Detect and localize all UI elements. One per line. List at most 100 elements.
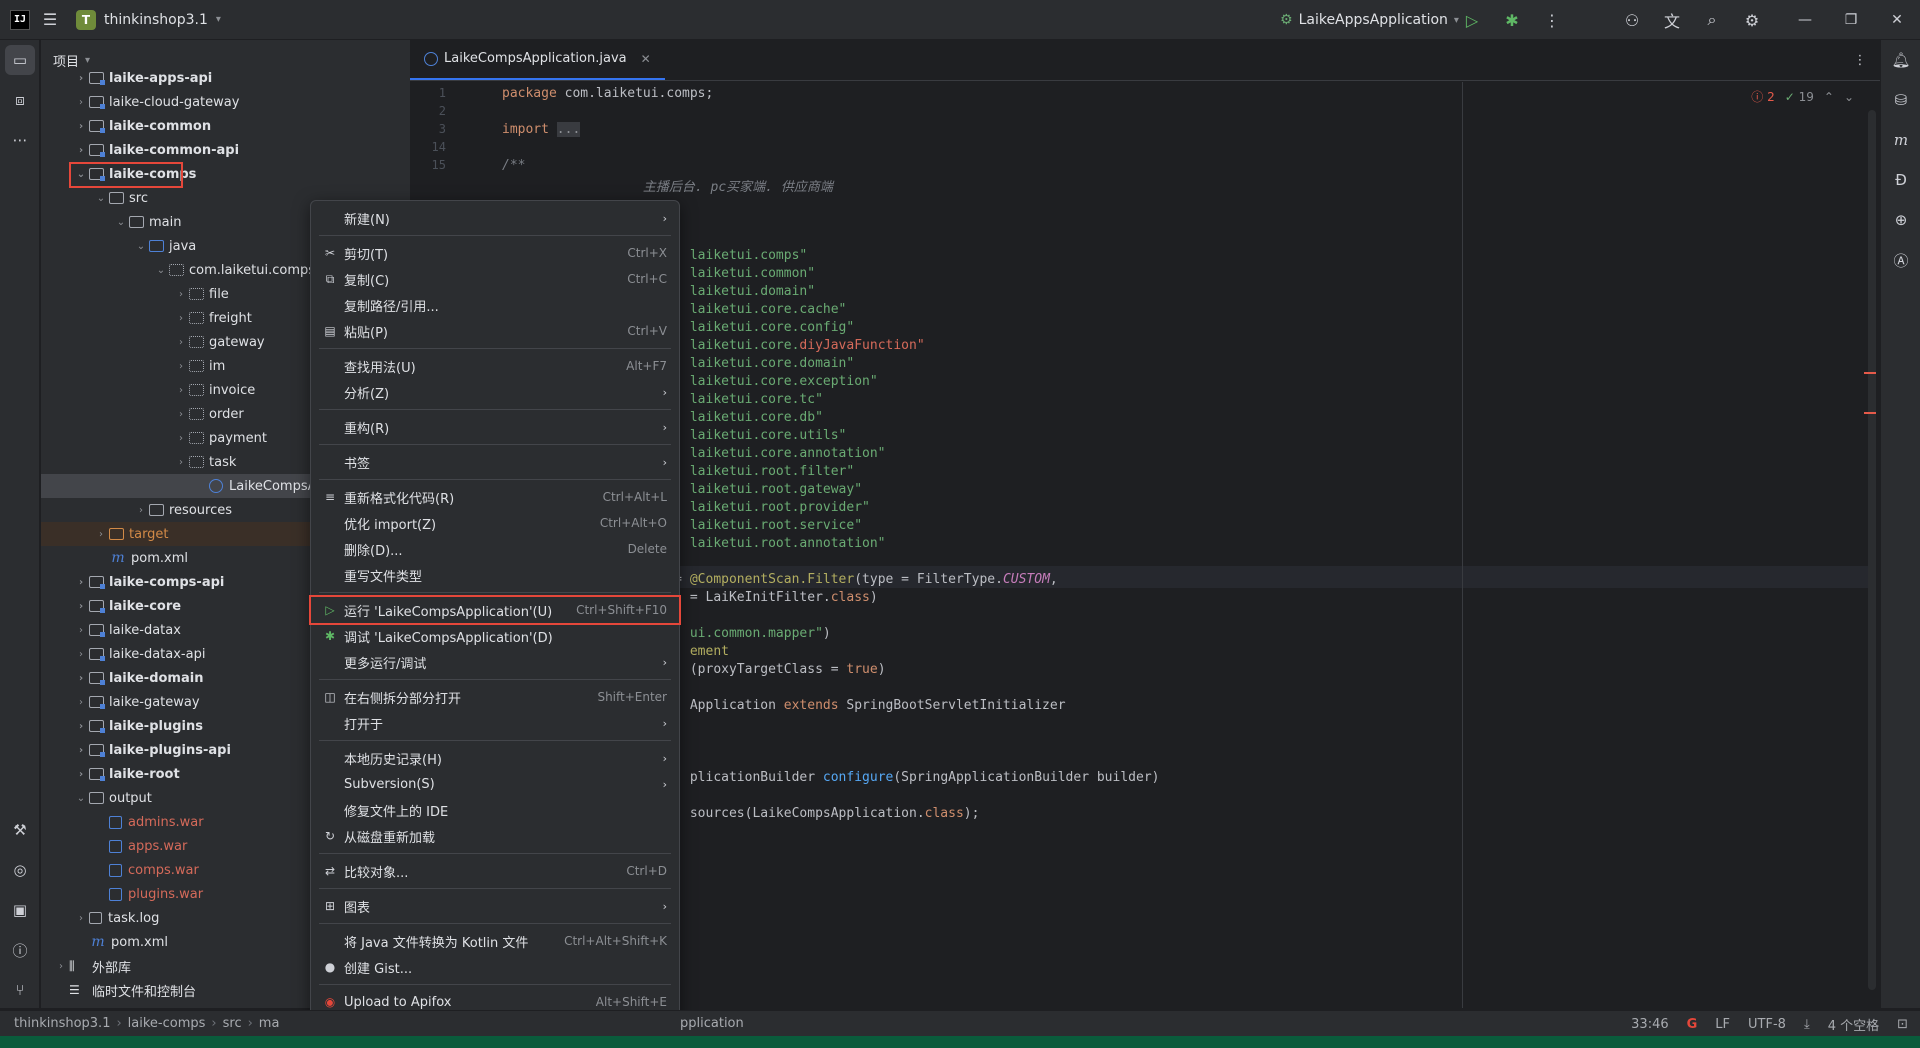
menu-paste[interactable]: ▤ 粘贴(P) Ctrl+V xyxy=(311,318,679,344)
search-icon[interactable]: ⌕ xyxy=(1692,0,1732,40)
chevron-right-icon[interactable]: › xyxy=(73,73,89,84)
menu-bookmarks[interactable]: 书签 › xyxy=(311,449,679,475)
menu-delete[interactable]: 删除(D)... Delete xyxy=(311,536,679,562)
menu-copy[interactable]: ⧉ 复制(C) Ctrl+C xyxy=(311,266,679,292)
terminal-icon[interactable]: ▣ xyxy=(0,890,40,930)
chevron-right-icon[interactable]: › xyxy=(73,673,89,684)
menu-open-split[interactable]: ◫ 在右侧拆分部分打开 Shift+Enter xyxy=(311,684,679,710)
tree-row[interactable]: › laike-apps-api xyxy=(41,66,410,90)
menu-compare[interactable]: ⇄ 比较对象... Ctrl+D xyxy=(311,858,679,884)
menu-new[interactable]: 新建(N) › xyxy=(311,205,679,231)
chevron-down-icon[interactable]: ⌄ xyxy=(153,265,169,276)
tree-row[interactable]: ⌄ laike-comps xyxy=(41,162,410,186)
chevron-down-icon[interactable]: ⌄ xyxy=(133,241,149,252)
menu-repair-ide[interactable]: 修复文件上的 IDE xyxy=(311,797,679,823)
close-tab-icon[interactable]: ✕ xyxy=(641,52,651,66)
minimize-icon[interactable]: — xyxy=(1782,0,1828,40)
menu-open-in[interactable]: 打开于 › xyxy=(311,710,679,736)
chevron-down-icon[interactable]: ⌄ xyxy=(73,169,89,180)
gear-icon[interactable]: ⚙ xyxy=(1732,0,1772,40)
menu-create-gist[interactable]: ● 创建 Gist... xyxy=(311,954,679,980)
chevron-right-icon[interactable]: › xyxy=(73,697,89,708)
more-vertical-icon[interactable]: ⋮ xyxy=(1840,40,1880,80)
menu-override-filetype[interactable]: 重写文件类型 xyxy=(311,562,679,588)
services-icon[interactable]: ◎ xyxy=(0,850,40,890)
menu-cut[interactable]: ✂ 剪切(T) Ctrl+X xyxy=(311,240,679,266)
maven-icon[interactable]: m xyxy=(1881,120,1920,160)
chevron-right-icon[interactable]: › xyxy=(73,97,89,108)
database-icon[interactable]: ⛁ xyxy=(1881,80,1920,120)
menu-find-usages[interactable]: 查找用法(U) Alt+F7 xyxy=(311,353,679,379)
chevron-right-icon[interactable]: › xyxy=(173,313,189,324)
chevron-right-icon[interactable]: › xyxy=(73,649,89,660)
breadcrumb-item[interactable]: src xyxy=(223,1016,242,1031)
chevron-right-icon[interactable]: › xyxy=(73,745,89,756)
chevron-down-icon[interactable]: ⌄ xyxy=(113,217,129,228)
run-config-selector[interactable]: ⚙ LaikeAppsApplication ▾ xyxy=(1280,0,1459,40)
menu-analyze[interactable]: 分析(Z) › xyxy=(311,379,679,405)
chevron-right-icon[interactable]: › xyxy=(173,337,189,348)
menu-more-run[interactable]: 更多运行/调试 › xyxy=(311,649,679,675)
chevron-right-icon[interactable]: › xyxy=(73,601,89,612)
editor-tab[interactable]: LaikeCompsApplication.java ✕ xyxy=(410,39,665,80)
tree-row[interactable]: › laike-common-api xyxy=(41,138,410,162)
chevron-right-icon[interactable]: › xyxy=(173,409,189,420)
menu-optimize-imports[interactable]: 优化 import(Z) Ctrl+Alt+O xyxy=(311,510,679,536)
breadcrumb-item[interactable]: laike-comps xyxy=(128,1016,206,1031)
problems-icon[interactable]: ⓘ xyxy=(0,930,40,970)
intellij-logo-icon[interactable]: IJ xyxy=(10,9,30,30)
notifications-icon[interactable]: 🔔︎ xyxy=(1881,40,1920,80)
chevron-right-icon[interactable]: › xyxy=(93,529,109,540)
chevron-right-icon[interactable]: › xyxy=(73,913,89,924)
menu-reload[interactable]: ↻ 从磁盘重新加载 xyxy=(311,823,679,849)
chevron-right-icon[interactable]: › xyxy=(173,289,189,300)
tree-row[interactable]: › laike-cloud-gateway xyxy=(41,90,410,114)
chevron-right-icon[interactable]: › xyxy=(133,505,149,516)
file-encoding[interactable]: UTF-8 xyxy=(1748,1017,1786,1032)
menu-copy-path[interactable]: 复制路径/引用... xyxy=(311,292,679,318)
chevron-right-icon[interactable]: › xyxy=(73,721,89,732)
chevron-right-icon[interactable]: › xyxy=(73,145,89,156)
menu-diagrams[interactable]: ⊞ 图表 › xyxy=(311,893,679,919)
tree-row[interactable]: › laike-common xyxy=(41,114,410,138)
line-separator[interactable]: LF xyxy=(1715,1017,1730,1032)
chevron-up-icon[interactable]: ⌃ xyxy=(1824,90,1834,104)
menu-convert-kotlin[interactable]: 将 Java 文件转换为 Kotlin 文件 Ctrl+Alt+Shift+K xyxy=(311,928,679,954)
breadcrumb-tail[interactable]: pplication xyxy=(680,1016,744,1031)
chevron-right-icon[interactable]: › xyxy=(53,961,69,972)
git-icon[interactable]: ⑂ xyxy=(0,970,40,1010)
menu-subversion[interactable]: Subversion(S) › xyxy=(311,771,679,797)
project-selector[interactable]: T thinkinshop3.1 ▾ xyxy=(76,9,221,30)
web-icon[interactable]: ⊕ xyxy=(1881,200,1920,240)
ai-assistant-icon[interactable]: Ⓐ xyxy=(1881,240,1920,280)
breadcrumb-item[interactable]: ma xyxy=(259,1016,280,1031)
more-horizontal-icon[interactable]: ⋯ xyxy=(0,120,40,160)
editor-scrollbar[interactable] xyxy=(1864,110,1876,990)
more-vertical-icon[interactable]: ⋮ xyxy=(1532,0,1572,40)
debug-icon[interactable]: ✱ xyxy=(1492,0,1532,40)
menu-run[interactable]: ▷ 运行 'LaikeCompsApplication'(U) Ctrl+Shift… xyxy=(309,595,681,625)
project-folder-icon[interactable]: ▭ xyxy=(5,45,35,75)
inspection-widget[interactable]: ⓘ 2 ✓ 19 ⌃ ⌄ xyxy=(1751,88,1854,105)
structure-icon[interactable]: ⧈ xyxy=(0,80,40,120)
chevron-down-icon[interactable]: ⌄ xyxy=(1844,90,1854,104)
indent-setting[interactable]: 4 个空格 xyxy=(1828,1015,1879,1034)
restore-icon[interactable]: ❐ xyxy=(1828,0,1874,40)
translate-icon[interactable]: 文 xyxy=(1652,0,1692,40)
chevron-right-icon[interactable]: › xyxy=(73,577,89,588)
close-icon[interactable]: ✕ xyxy=(1874,0,1920,40)
menu-refactor[interactable]: 重构(R) › xyxy=(311,414,679,440)
chevron-right-icon[interactable]: › xyxy=(73,769,89,780)
readonly-toggle-icon[interactable]: ⤓ xyxy=(1804,1017,1810,1032)
chevron-right-icon[interactable]: › xyxy=(173,433,189,444)
caret-position[interactable]: 33:46 xyxy=(1631,1017,1668,1032)
chevron-down-icon[interactable]: ⌄ xyxy=(93,193,109,204)
d-plugin-icon[interactable]: Ð xyxy=(1881,160,1920,200)
menu-reformat[interactable]: ≡ 重新格式化代码(R) Ctrl+Alt+L xyxy=(311,484,679,510)
chevron-right-icon[interactable]: › xyxy=(173,385,189,396)
google-icon[interactable]: G xyxy=(1687,1017,1698,1032)
lock-icon[interactable]: ⊡ xyxy=(1897,1017,1908,1032)
chevron-right-icon[interactable]: › xyxy=(73,625,89,636)
chevron-right-icon[interactable]: › xyxy=(173,361,189,372)
build-hammer-icon[interactable]: ⚒ xyxy=(0,810,40,850)
